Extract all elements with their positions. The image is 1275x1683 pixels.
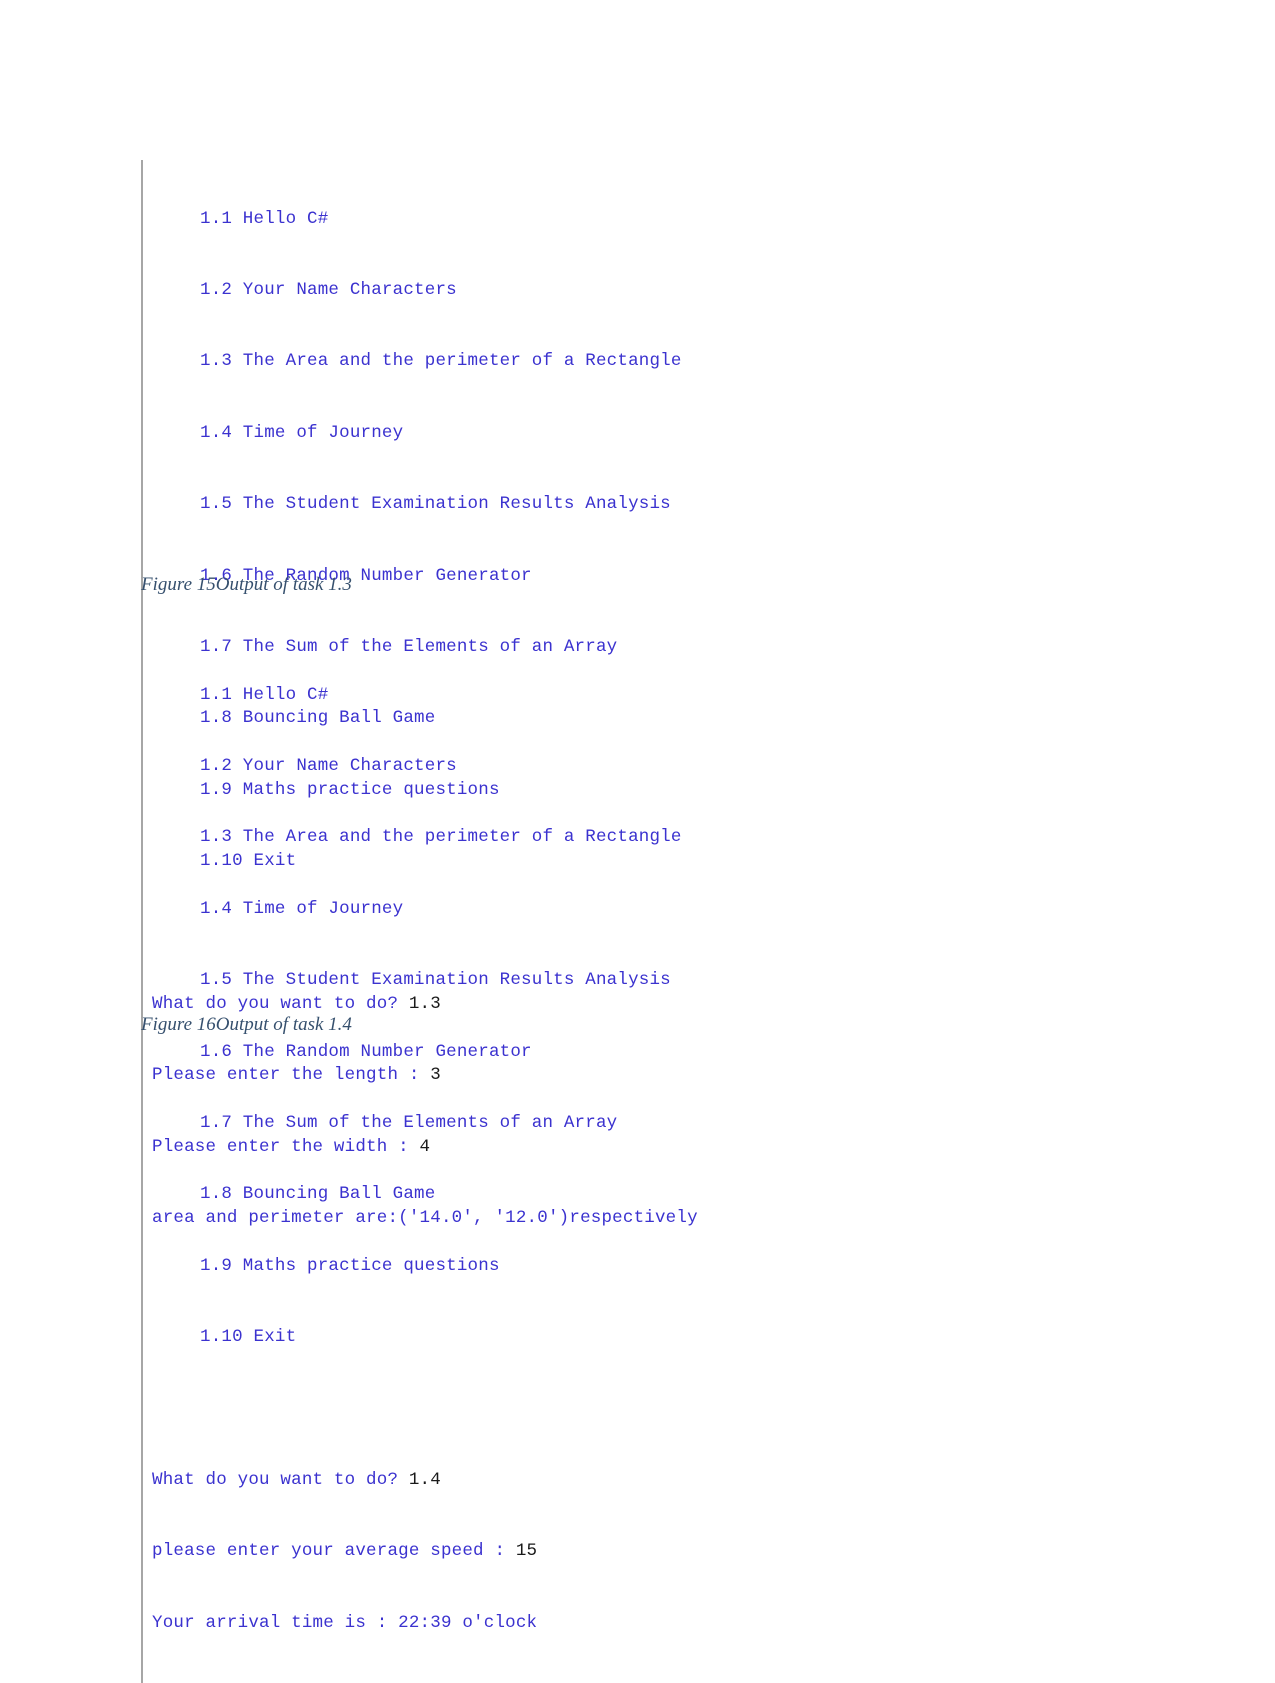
menu-item: 1.4 Time of Journey xyxy=(200,422,404,443)
menu-item: 1.10 Exit xyxy=(200,1327,297,1348)
console-output-figure-16: 1.1 Hello C# 1.2 Your Name Characters 1.… xyxy=(141,636,682,1683)
console-user-input: 15 xyxy=(515,1541,538,1562)
console-session-line: Your arrival time is : 22:39 o'clock xyxy=(152,1612,682,1636)
menu-item: 1.3 The Area and the perimeter of a Rect… xyxy=(200,827,682,848)
menu-item: 1.4 Time of Journey xyxy=(200,898,404,919)
console-user-input: 1.4 xyxy=(408,1469,441,1490)
console-prompt: please enter your average speed : xyxy=(152,1541,516,1562)
menu-item: 1.2 Your Name Characters xyxy=(200,755,457,776)
menu-item: 1.2 Your Name Characters xyxy=(200,279,457,300)
console-session-line: What do you want to do? 1.4 xyxy=(152,1469,682,1493)
menu-item: 1.9 Maths practice questions xyxy=(200,1255,500,1276)
document-page: 1.1 Hello C# 1.2 Your Name Characters 1.… xyxy=(0,0,1275,1683)
console-prompt: Your arrival time is : 22:39 o'clock xyxy=(152,1612,538,1633)
menu-item: 1.6 The Random Number Generator xyxy=(200,1041,532,1062)
console-block: 1.1 Hello C# 1.2 Your Name Characters 1.… xyxy=(141,636,682,1683)
figure-caption: Figure 15Output of task 1.3 xyxy=(141,574,352,595)
menu-item: 1.7 The Sum of the Elements of an Array xyxy=(200,1112,618,1133)
menu-item: 1.1 Hello C# xyxy=(200,208,329,229)
menu-item: 1.3 The Area and the perimeter of a Rect… xyxy=(200,351,682,372)
menu-item: 1.1 Hello C# xyxy=(200,684,329,705)
figure-caption: Figure 16Output of task 1.4 xyxy=(141,1014,352,1035)
console-prompt: What do you want to do? xyxy=(152,1469,409,1490)
console-session-line: please enter your average speed : 15 xyxy=(152,1540,682,1564)
menu-item: 1.5 The Student Examination Results Anal… xyxy=(200,494,671,515)
menu-item: 1.5 The Student Examination Results Anal… xyxy=(200,970,671,991)
menu-item: 1.8 Bouncing Ball Game xyxy=(200,1184,436,1205)
